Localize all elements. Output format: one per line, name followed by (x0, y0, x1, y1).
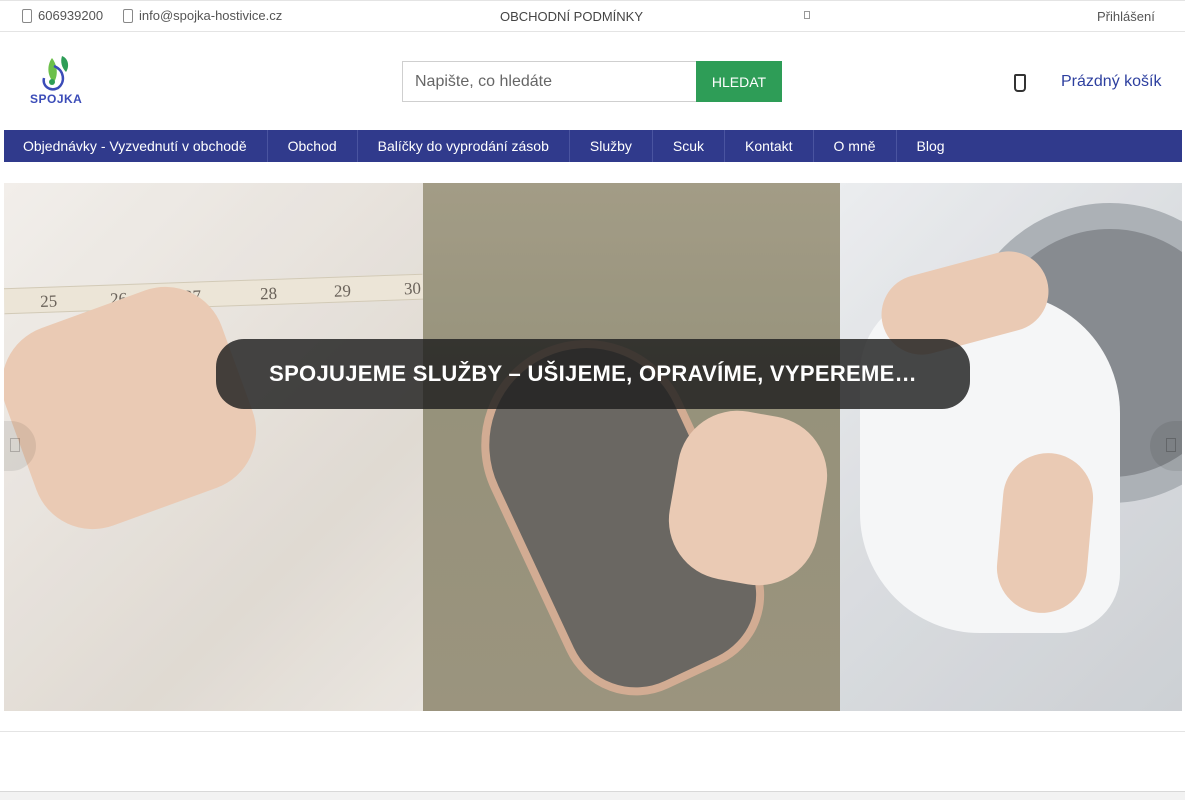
nav-item-contact[interactable]: Kontakt (725, 130, 814, 162)
phone-contact[interactable]: 606939200 (22, 8, 103, 23)
footer-divider (0, 791, 1185, 800)
chevron-right-icon (1166, 438, 1176, 452)
phone-icon (22, 8, 32, 23)
cart-link[interactable]: Prázdný košík (1061, 73, 1161, 91)
language-icon[interactable] (804, 11, 810, 19)
hero-banner-text: SPOJUJEME SLUŽBY – UŠIJEME, OPRAVÍME, VY… (269, 361, 917, 386)
login-link[interactable]: Přihlášení (1097, 9, 1155, 24)
nav-item-scuk[interactable]: Scuk (653, 130, 726, 162)
content-section (0, 731, 1185, 791)
hero-banner: SPOJUJEME SLUŽBY – UŠIJEME, OPRAVÍME, VY… (216, 339, 970, 409)
main-nav: Objednávky - Vyzvednutí v obchodě Obchod… (4, 130, 1182, 162)
nav-item-shop[interactable]: Obchod (268, 130, 358, 162)
envelope-icon (123, 8, 133, 23)
nav-item-packages[interactable]: Balíčky do vyprodání zásob (358, 130, 570, 162)
email-contact[interactable]: info@spojka-hostivice.cz (123, 8, 282, 23)
terms-link[interactable]: Obchodní podmínky (500, 9, 643, 24)
logo-text: SPOJKA (30, 92, 83, 106)
nav-item-orders[interactable]: Objednávky - Vyzvednutí v obchodě (4, 130, 268, 162)
hero-slider[interactable]: 25 26 27 28 29 30 SPOJUJEME SLUŽBY – UŠI… (4, 183, 1182, 711)
hero-overlay (4, 183, 1182, 711)
cart-icon[interactable] (1014, 74, 1026, 92)
search-input[interactable] (402, 61, 696, 102)
nav-item-blog[interactable]: Blog (897, 130, 965, 162)
top-bar: 606939200 info@spojka-hostivice.cz Obcho… (0, 0, 1185, 32)
email-address[interactable]: info@spojka-hostivice.cz (139, 8, 282, 23)
search-form: Hledat (402, 61, 782, 102)
nav-item-services[interactable]: Služby (570, 130, 653, 162)
search-button[interactable]: Hledat (696, 61, 782, 102)
phone-number[interactable]: 606939200 (38, 8, 103, 23)
chevron-left-icon (10, 438, 20, 452)
nav-item-about[interactable]: O mně (814, 130, 897, 162)
